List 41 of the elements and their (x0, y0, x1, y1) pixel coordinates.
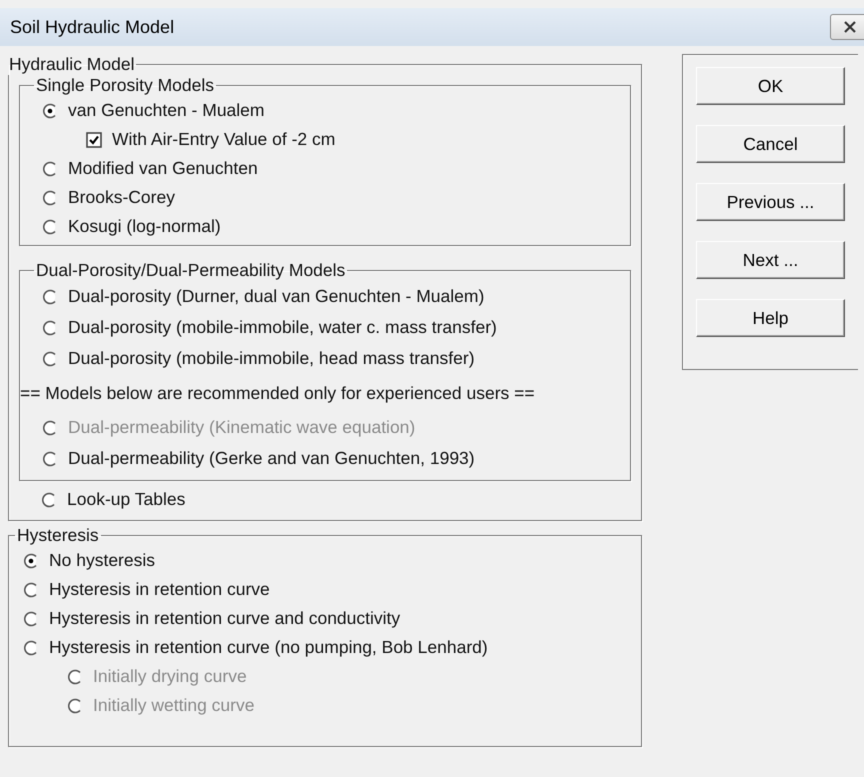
radio-label[interactable]: Hysteresis in retention curve (no pumping, Bob Lenhard) (49, 637, 488, 658)
radio-label[interactable]: van Genuchten - Mualem (68, 100, 264, 121)
close-button[interactable] (830, 14, 864, 40)
dialog-button[interactable]: Next ... (696, 241, 845, 279)
group-title: Dual-Porosity/Dual-Permeability Models (35, 260, 346, 281)
checkbox-label[interactable]: With Air-Entry Value of -2 cm (112, 129, 336, 150)
radio-label[interactable]: No hysteresis (49, 550, 156, 571)
radio-button[interactable] (42, 160, 58, 176)
radio-label[interactable]: Dual-porosity (mobile-immobile, water c. mass transfer) (68, 317, 497, 338)
note-text: == Models below are recommended only for experienced users == (20, 382, 535, 404)
radio-button[interactable] (23, 582, 39, 598)
radio-label[interactable]: Hysteresis in retention curve and conductivity (49, 608, 400, 629)
radio-button[interactable] (42, 190, 58, 206)
group-title: Hydraulic Model (8, 54, 136, 75)
radio-button[interactable] (23, 610, 39, 626)
radio-label[interactable]: Dual-porosity (mobile-immobile, head mass transfer) (68, 348, 475, 369)
close-icon (841, 20, 859, 34)
group-title: Single Porosity Models (35, 75, 215, 96)
radio-button[interactable] (42, 102, 58, 118)
checkbox[interactable] (86, 132, 102, 148)
radio-button[interactable] (42, 320, 58, 336)
radio-button[interactable] (42, 350, 58, 366)
radio-button[interactable] (42, 450, 58, 466)
radio-label[interactable]: Modified van Genuchten (68, 158, 258, 179)
dialog-button[interactable]: Previous ... (696, 183, 845, 221)
radio-label[interactable]: Hysteresis in retention curve (49, 579, 270, 600)
radio-button[interactable] (41, 492, 57, 508)
group-title: Hysteresis (16, 525, 100, 546)
radio-label[interactable]: Kosugi (log-normal) (68, 216, 221, 237)
radio-button[interactable] (42, 288, 58, 304)
radio-button[interactable] (23, 552, 39, 568)
window-title: Soil Hydraulic Model (10, 16, 174, 38)
dialog-button[interactable]: OK (696, 67, 845, 105)
dialog-button[interactable]: Cancel (696, 125, 845, 163)
radio-button[interactable] (42, 218, 58, 234)
dialog-button[interactable]: Help (696, 299, 845, 337)
radio-label[interactable]: Brooks-Corey (68, 187, 175, 208)
radio-label[interactable]: Dual-porosity (Durner, dual van Genuchten - Mualem) (68, 286, 484, 307)
radio-label[interactable]: Dual-permeability (Gerke and van Genuchten, 1993) (68, 448, 475, 469)
radio-button[interactable] (23, 640, 39, 656)
radio-label[interactable]: Look-up Tables (67, 489, 186, 510)
